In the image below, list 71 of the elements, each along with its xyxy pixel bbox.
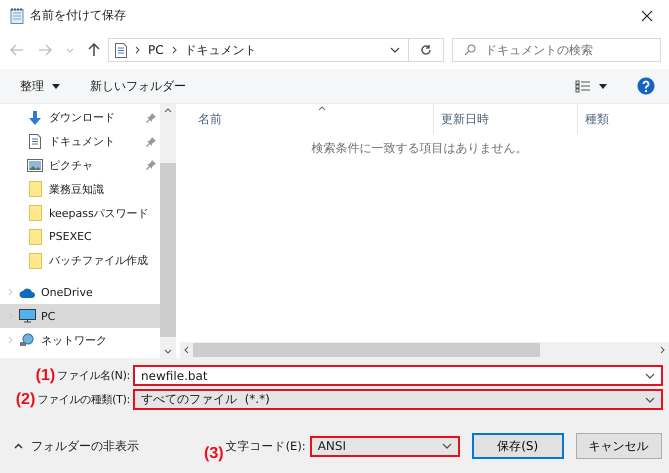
save-button[interactable]: 保存(S): [472, 433, 564, 459]
picture-icon: [27, 158, 43, 172]
sidebar-item[interactable]: 業務豆知識: [0, 177, 160, 202]
scroll-left-icon[interactable]: [184, 346, 189, 354]
sidebar-item[interactable]: ドキュメント: [0, 130, 160, 154]
field-label: 文字コード(E):: [226, 438, 306, 454]
chevron-down-icon[interactable]: [390, 47, 400, 53]
pin-icon: [146, 112, 156, 123]
sidebar-item[interactable]: PSEXEC: [0, 224, 160, 249]
column-header[interactable]: 更新日時: [433, 104, 577, 134]
field-label: ファイル名(N):: [57, 368, 130, 383]
help-icon[interactable]: [637, 77, 655, 95]
document-icon: [29, 134, 41, 150]
annotation-number: (3): [204, 445, 224, 463]
hide-folders-button[interactable]: フォルダーの非表示: [0, 438, 184, 454]
annotation-number: (1): [36, 366, 56, 384]
chevron-down-icon[interactable]: [442, 443, 452, 449]
empty-message: 検索条件に一致する項目はありません。: [312, 141, 528, 155]
notepad-icon: [10, 8, 24, 24]
chevron-down-icon[interactable]: [645, 372, 655, 378]
caret-icon: [599, 84, 607, 88]
vertical-scrollbar[interactable]: [160, 104, 176, 358]
chevron-up-icon: [14, 443, 23, 449]
sidebar-item[interactable]: バッチファイル作成: [0, 248, 160, 273]
folder-icon: [28, 181, 42, 198]
download-arrow-icon: [28, 110, 42, 125]
breadcrumb-separator-icon: [135, 46, 140, 54]
file-name-field[interactable]: newfile.bat: [133, 365, 663, 386]
folder-icon: [28, 205, 42, 222]
cancel-button[interactable]: キャンセル: [576, 433, 662, 459]
horizontal-scrollbar[interactable]: [180, 342, 669, 358]
folder-icon: [28, 228, 42, 245]
folder-icon: [28, 252, 42, 269]
monitor-icon: [18, 309, 36, 324]
refresh-button[interactable]: [409, 38, 444, 62]
up-arrow-icon[interactable]: [88, 43, 100, 57]
window-title: 名前を付けて保存: [30, 7, 127, 24]
organize-menu[interactable]: 整理: [18, 74, 62, 98]
sidebar-item[interactable]: keepassパスワード: [0, 201, 160, 225]
encoding-dropdown[interactable]: ANSI: [310, 436, 460, 456]
document-icon: [115, 42, 127, 58]
list-view-icon: [575, 80, 591, 92]
sidebar-item[interactable]: PC: [0, 304, 160, 328]
new-folder-button[interactable]: 新しいフォルダー: [88, 74, 188, 98]
network-globe-icon: [19, 333, 35, 348]
search-icon: [464, 44, 476, 56]
chevron-down-icon[interactable]: [645, 396, 655, 402]
file-type-dropdown[interactable]: すべてのファイル (*.*): [133, 389, 663, 410]
breadcrumb-item[interactable]: ドキュメント: [184, 42, 257, 58]
breadcrumb-separator-icon: [172, 46, 177, 54]
search-field[interactable]: ドキュメントの検索: [452, 38, 661, 62]
refresh-icon: [420, 44, 432, 56]
close-icon: [641, 10, 653, 22]
pin-icon: [146, 136, 156, 147]
column-header[interactable]: 種類: [577, 104, 669, 134]
scroll-up-icon[interactable]: [164, 108, 172, 113]
cloud-icon: [18, 286, 36, 298]
sidebar-item[interactable]: ピクチャ: [0, 154, 160, 178]
sort-ascending-icon: [318, 106, 326, 111]
pin-icon: [146, 160, 156, 170]
address-bar[interactable]: PC ドキュメント: [108, 38, 409, 62]
column-header[interactable]: 名前: [180, 104, 433, 134]
sidebar-item[interactable]: ネットワーク: [0, 328, 160, 352]
scroll-right-icon[interactable]: [660, 346, 665, 354]
scroll-down-icon[interactable]: [164, 349, 172, 354]
sidebar-item[interactable]: OneDrive: [0, 280, 160, 304]
annotation-number: (2): [16, 390, 36, 408]
caret-icon: [52, 84, 60, 88]
sidebar-item[interactable]: ダウンロード: [0, 106, 160, 130]
field-label: ファイルの種類(T):: [37, 392, 130, 407]
breadcrumb-item[interactable]: PC: [148, 43, 164, 57]
